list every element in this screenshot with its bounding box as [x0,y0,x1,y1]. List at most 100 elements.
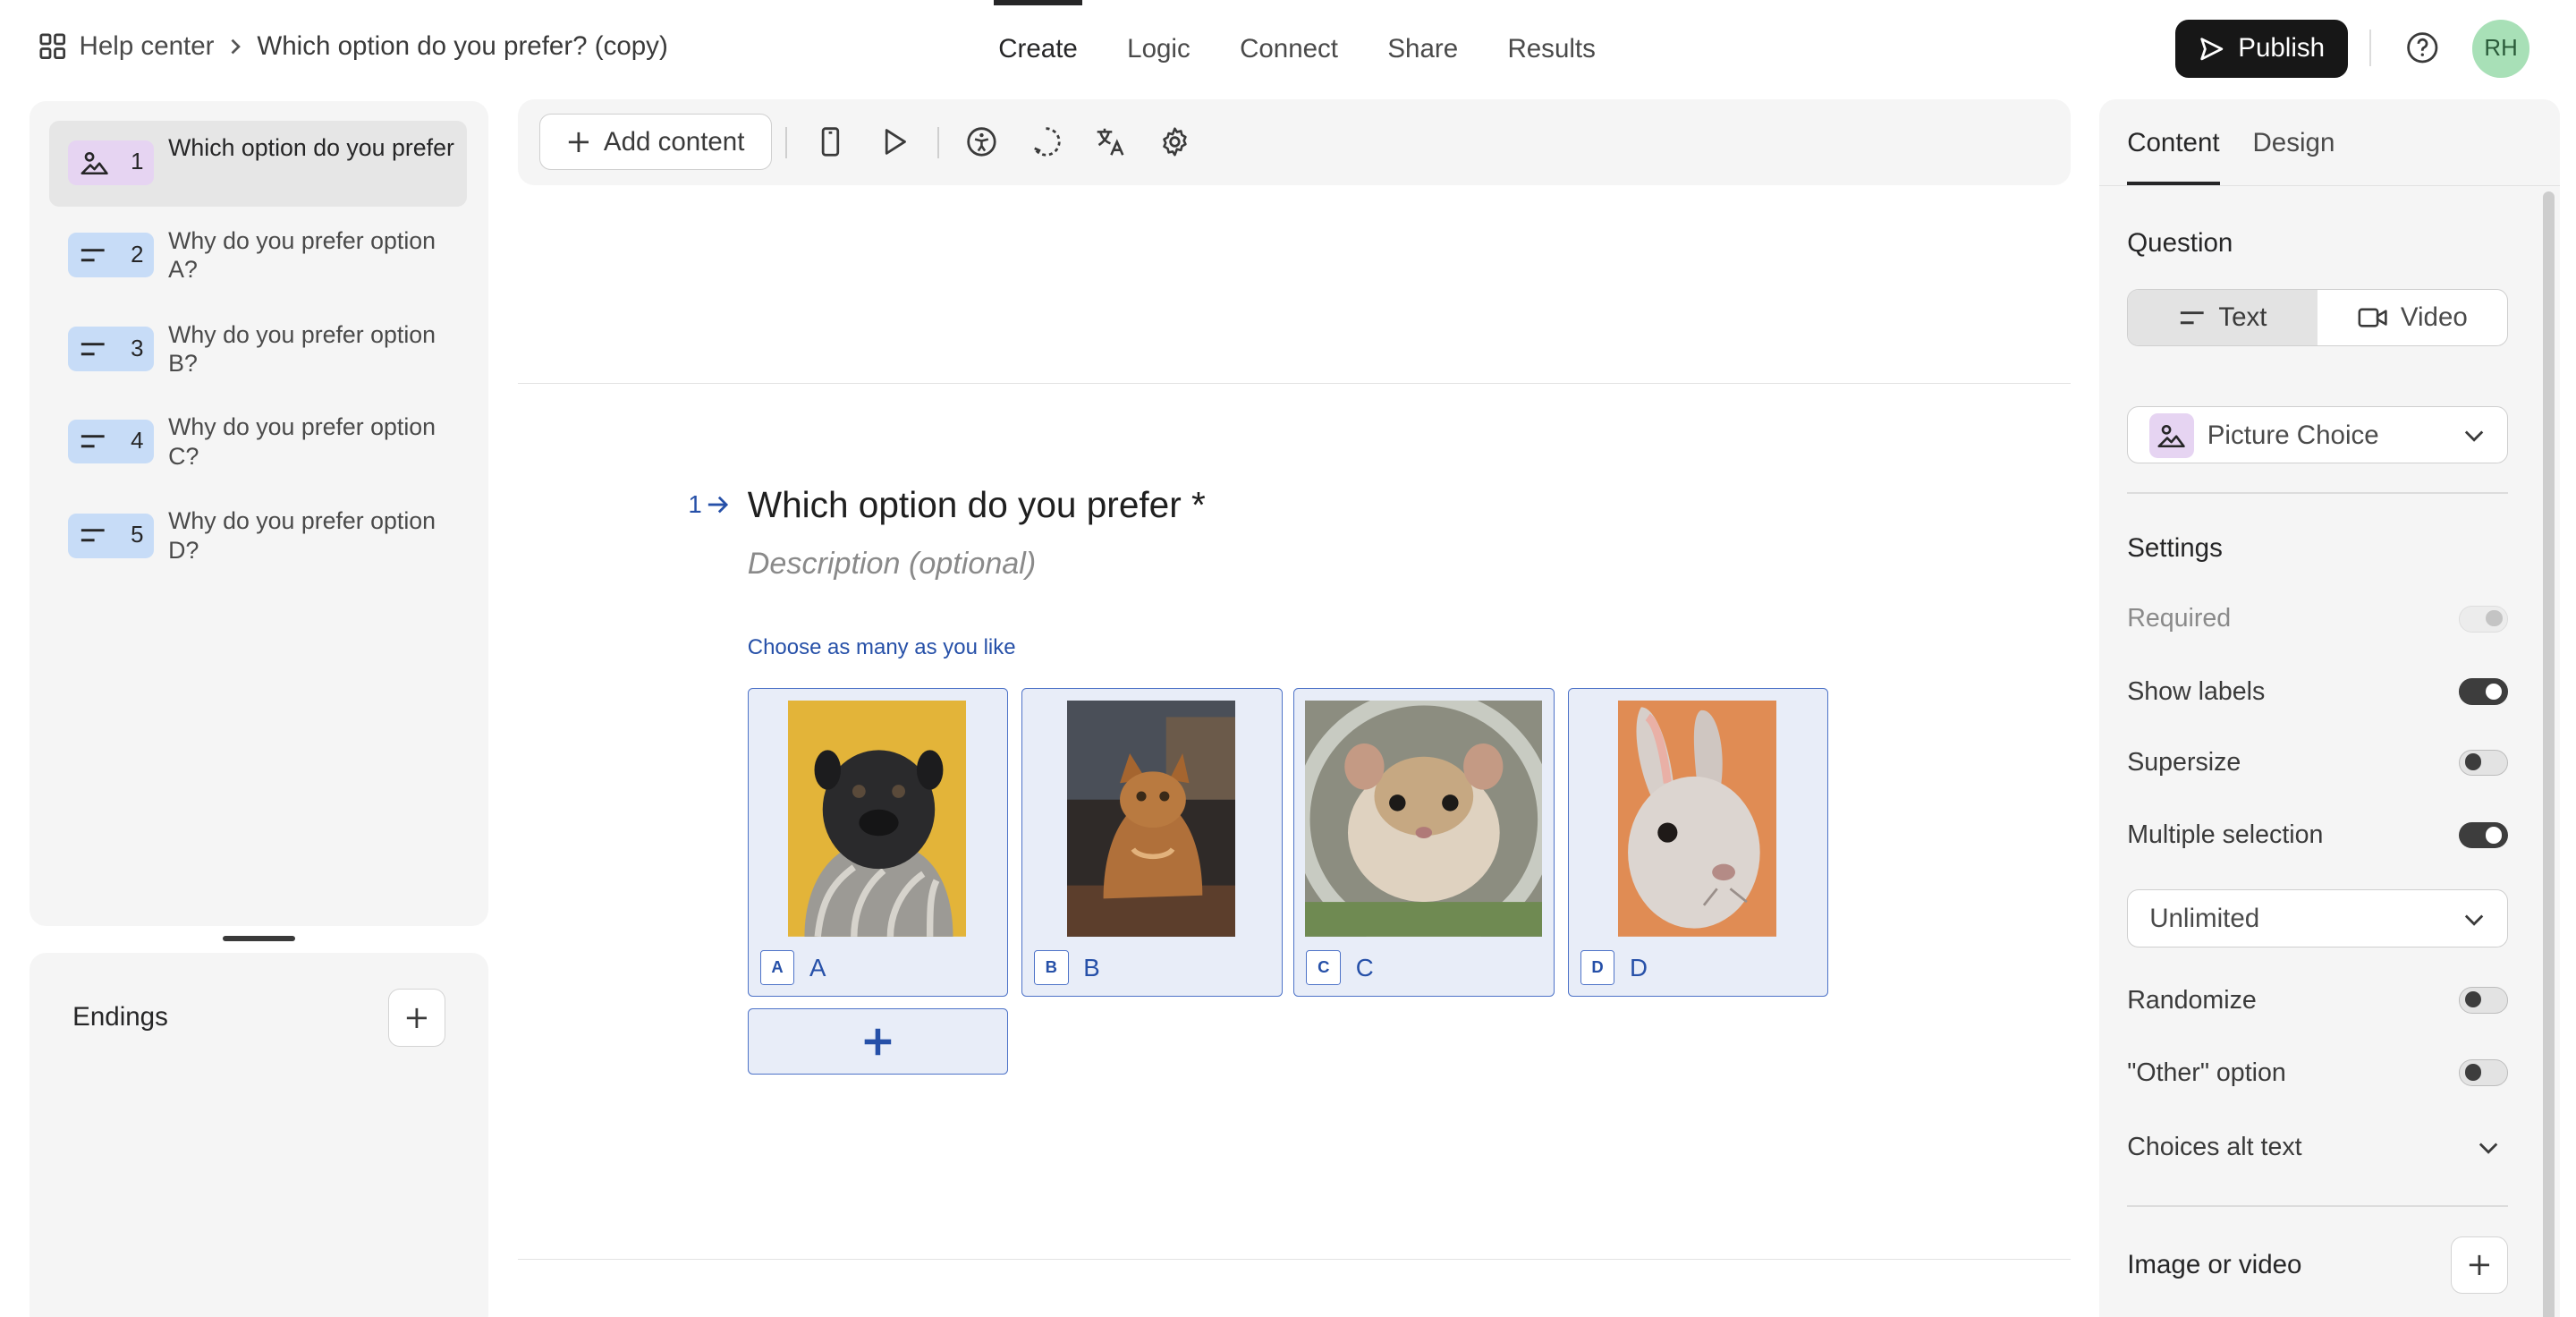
randomize-toggle[interactable] [2459,987,2509,1014]
selection-limit-value: Unlimited [2149,904,2260,934]
question-type-badge: 4 [67,419,154,464]
chevron-down-icon [2479,1143,2498,1154]
add-content-button[interactable]: Add content [539,114,773,170]
tab-share[interactable]: Share [1363,0,1483,99]
rabbit-photo [1618,701,1777,938]
panel-resize-handle[interactable] [223,936,296,941]
question-item-4[interactable]: 4 Why do you prefer option C? [49,399,467,485]
add-ending-button[interactable] [387,989,446,1047]
play-icon[interactable] [878,125,911,158]
question-type-value: Picture Choice [2207,420,2379,450]
divider [936,127,939,159]
question-item-2[interactable]: 2 Why do you prefer option A? [49,213,467,299]
plus-icon [406,1007,427,1028]
endings-heading: Endings [72,1001,168,1032]
choice-b[interactable]: B B [1021,688,1283,998]
question-type-badge: 5 [67,513,154,558]
short-text-icon [80,343,105,356]
help-icon[interactable] [2404,30,2441,66]
translate-icon[interactable] [1094,125,1127,158]
setting-label: Required [2127,604,2232,633]
plus-icon [569,132,589,152]
plus-icon [2470,1255,2490,1276]
tab-create[interactable]: Create [974,0,1103,99]
publish-label: Publish [2238,33,2326,64]
question-mode-toggle: Text Video [2127,288,2509,347]
apps-grid-icon[interactable] [39,33,66,60]
endings-panel: Endings [30,952,489,1317]
setting-required: Required [2127,599,2509,639]
video-mode-button[interactable]: Video [2318,290,2507,346]
mobile-preview-icon[interactable] [814,125,847,158]
picture-choice-icon [2157,425,2186,448]
choice-c[interactable]: C C [1293,688,1555,998]
short-text-icon [80,435,105,448]
question-label: Why do you prefer option B? [168,320,436,378]
settings-gear-icon[interactable] [1158,125,1191,158]
tab-connect[interactable]: Connect [1215,0,1362,99]
choice-key-badge: D [1580,949,1615,985]
editor-toolbar: Add content [518,98,2072,185]
question-number: 1 [688,489,702,518]
breadcrumb-root-link[interactable]: Help center [80,31,215,62]
setting-show-labels: Show labels [2127,672,2509,711]
multiple-selection-toggle[interactable] [2459,821,2509,849]
video-camera-icon [2358,308,2387,327]
picture-choice-icon [80,151,108,174]
properties-scrollbar[interactable] [2543,191,2555,1317]
setting-label: Supersize [2127,747,2241,777]
tab-logic[interactable]: Logic [1102,0,1215,99]
short-text-icon [80,249,105,262]
supersize-toggle[interactable] [2459,749,2509,777]
accessibility-icon[interactable] [965,125,998,158]
choice-label[interactable]: B [1083,954,1099,982]
loading-progress-icon[interactable] [1030,125,1063,158]
choice-label[interactable]: A [809,954,826,982]
question-type-badge: 3 [67,327,154,372]
choice-d[interactable]: D D [1567,688,1829,998]
other-option-toggle[interactable] [2459,1059,2509,1086]
choices-alt-text-expander[interactable]: Choices alt text [2127,1127,2508,1167]
question-description-input[interactable]: Description (optional) [748,547,1036,582]
add-choice-button[interactable] [747,1008,1009,1075]
question-number: 5 [131,523,144,548]
properties-tabs: Content Design [2127,99,2334,187]
text-mode-label: Text [2218,302,2267,333]
hamster-photo [1304,701,1543,938]
add-content-label: Add content [603,126,745,157]
chevron-down-icon [2465,430,2484,442]
pug-photo [788,701,967,938]
divider [2127,491,2509,494]
setting-label: Show labels [2127,676,2266,706]
selection-hint: Choose as many as you like [747,635,1016,660]
settings-section-heading: Settings [2127,532,2223,563]
selection-limit-dropdown[interactable]: Unlimited [2127,889,2509,948]
choice-label[interactable]: D [1630,954,1648,982]
short-text-icon [2180,311,2204,325]
question-item-5[interactable]: 5 Why do you prefer option D? [49,494,467,580]
arrow-right-icon [708,496,729,514]
choice-label[interactable]: C [1356,954,1374,982]
setting-supersize: Supersize [2127,743,2509,782]
choice-a[interactable]: A A [747,688,1009,998]
question-type-dropdown[interactable]: Picture Choice [2127,405,2509,464]
required-toggle[interactable] [2459,606,2509,633]
show-labels-toggle[interactable] [2459,678,2509,705]
question-item-3[interactable]: 3 Why do you prefer option B? [49,307,467,393]
divider [785,127,788,159]
breadcrumb-current[interactable]: Which option do you prefer? (copy) [257,31,667,62]
question-section-heading: Question [2127,227,2233,258]
chevron-down-icon [2465,914,2484,926]
plus-icon [864,1028,892,1055]
question-type-badge: 2 [67,233,154,277]
question-title-input[interactable]: Which option do you prefer * [748,484,1206,526]
add-media-button[interactable] [2450,1236,2509,1295]
main-nav-tabs: Create Logic Connect Share Results [974,0,1621,99]
question-item-1[interactable]: 1 Which option do you prefer [49,120,468,207]
text-mode-button[interactable]: Text [2128,289,2318,346]
user-avatar[interactable]: RH [2471,20,2530,78]
tab-content[interactable]: Content [2127,99,2220,187]
tab-results[interactable]: Results [1483,0,1621,99]
tab-design[interactable]: Design [2252,99,2334,187]
publish-button[interactable]: Publish [2174,20,2349,78]
